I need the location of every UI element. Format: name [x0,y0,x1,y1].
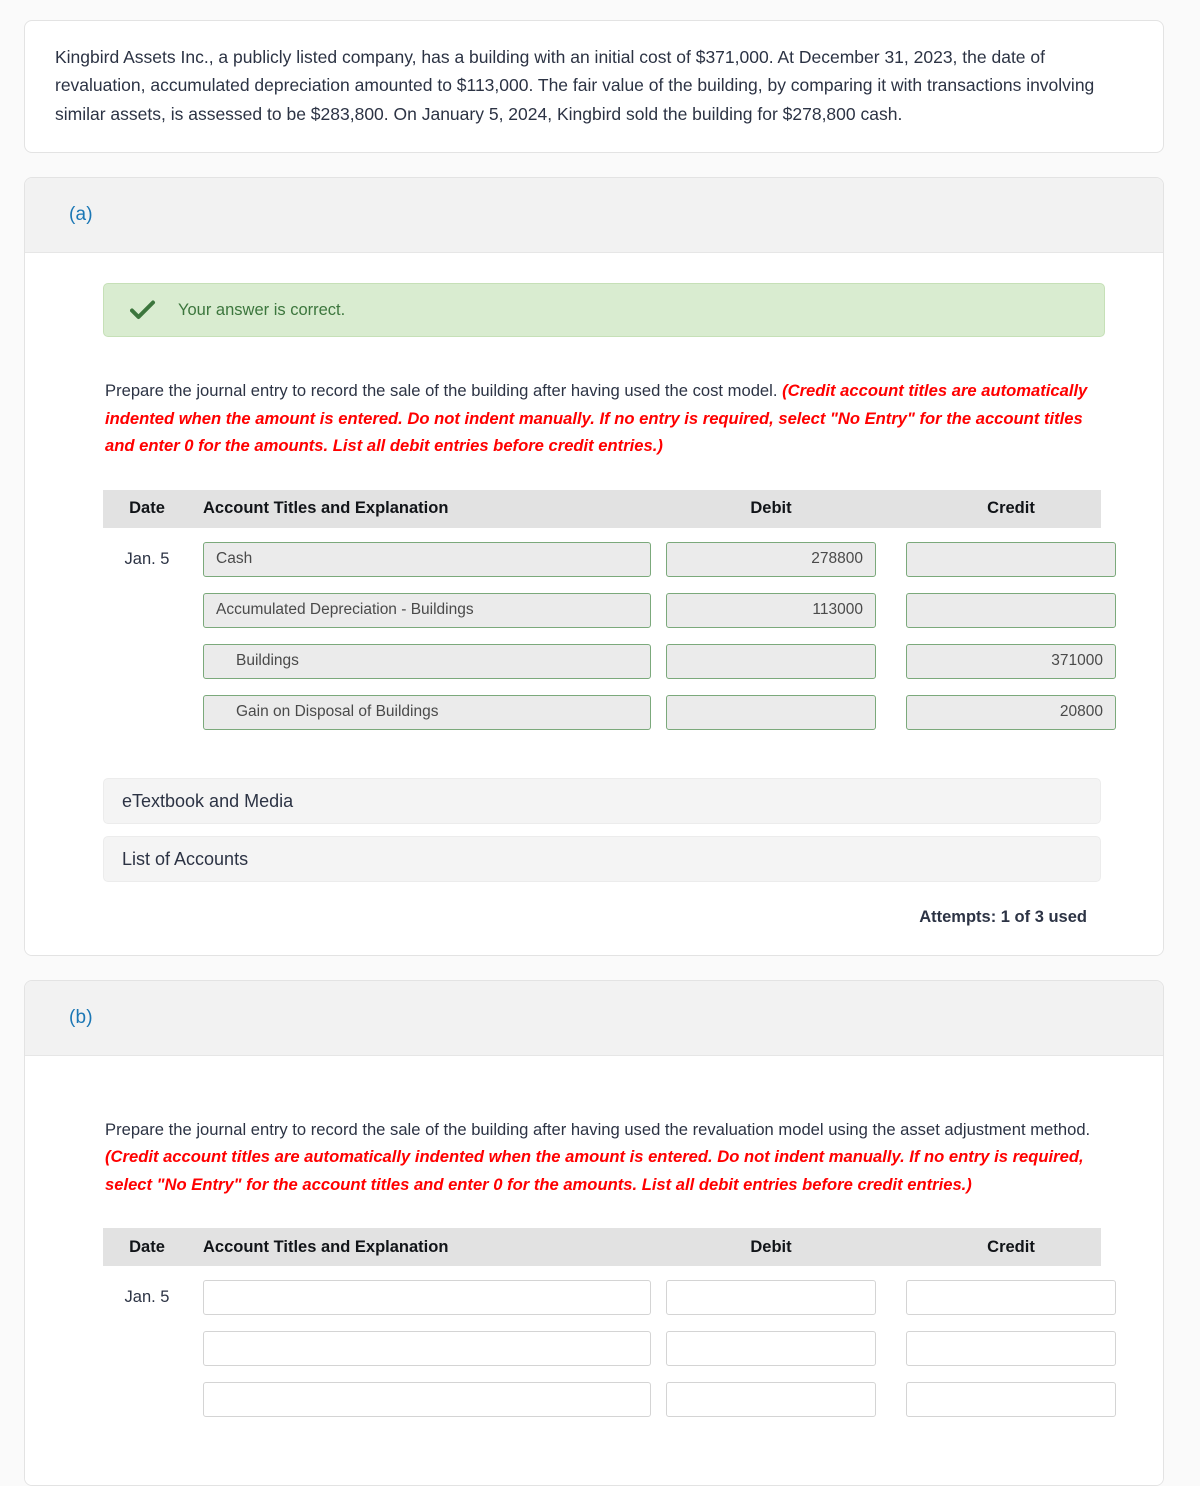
row-date: Jan. 5 [124,549,170,568]
part-a-instruction: Prepare the journal entry to record the … [105,377,1101,460]
credit-input[interactable] [906,541,1116,577]
part-b-journal-table: Date Account Titles and Explanation Debi… [103,1228,1116,1418]
credit-input[interactable] [906,1280,1116,1316]
table-row: Jan. 5 [103,541,1116,577]
answer-correct-banner: Your answer is correct. [103,283,1105,338]
credit-input[interactable] [906,643,1116,679]
column-header-date: Date [129,1237,165,1256]
part-a-journal-rows: Jan. 5 [103,541,1116,730]
part-b-body: Prepare the journal entry to record the … [25,1055,1163,1486]
check-icon [130,299,156,321]
debit-input[interactable] [666,541,876,577]
part-b-instruction-note: (Credit account titles are automatically… [105,1147,1084,1194]
account-input[interactable] [203,1331,651,1367]
account-input[interactable] [203,1382,651,1418]
answer-correct-text: Your answer is correct. [178,300,346,319]
part-a-journal-table: Date Account Titles and Explanation Debi… [103,489,1116,730]
part-a-card: (a) Your answer is correct. Prepare the … [24,177,1164,956]
list-of-accounts-button[interactable]: List of Accounts [103,835,1101,882]
table-header-row: Date Account Titles and Explanation Debi… [103,1228,1101,1267]
part-b-instruction: Prepare the journal entry to record the … [105,1116,1101,1199]
credit-input[interactable] [906,592,1116,628]
part-b-journal-rows: Jan. 5 [103,1280,1116,1418]
part-a-body: Your answer is correct. Prepare the jour… [25,253,1163,955]
account-input[interactable] [203,643,651,679]
attempts-status: Attempts: 1 of 3 used [919,907,1087,926]
column-header-account: Account Titles and Explanation [203,499,449,518]
resource-links: eTextbook and Media List of Accounts [103,777,1101,882]
debit-input[interactable] [666,1382,876,1418]
column-header-credit: Credit [987,499,1035,518]
credit-input[interactable] [906,1331,1116,1367]
etextbook-and-media-button[interactable]: eTextbook and Media [103,777,1101,824]
problem-statement-card: Kingbird Assets Inc., a publicly listed … [24,20,1164,154]
column-header-credit: Credit [987,1237,1035,1256]
column-header-debit: Debit [750,1237,792,1256]
row-date: Jan. 5 [124,1288,170,1307]
table-row: Jan. 5 [103,1280,1116,1316]
debit-input[interactable] [666,643,876,679]
column-header-debit: Debit [750,499,792,518]
account-input[interactable] [203,541,651,577]
column-header-account: Account Titles and Explanation [203,1237,449,1256]
table-row [103,643,1116,679]
credit-input[interactable] [906,694,1116,730]
table-row [103,1331,1116,1367]
column-header-date: Date [129,499,165,518]
table-header-row: Date Account Titles and Explanation Debi… [103,489,1101,528]
account-input[interactable] [203,592,651,628]
part-a-label: (a) [69,204,93,226]
debit-input[interactable] [666,1331,876,1367]
problem-statement-text: Kingbird Assets Inc., a publicly listed … [55,47,1095,124]
debit-input[interactable] [666,694,876,730]
part-b-header: (b) [25,980,1163,1056]
part-b-card: (b) Prepare the journal entry to record … [24,979,1164,1486]
part-a-header: (a) [25,178,1163,254]
table-row [103,1382,1116,1418]
part-b-label: (b) [69,1006,93,1028]
part-a-instruction-main: Prepare the journal entry to record the … [105,381,783,401]
debit-input[interactable] [666,592,876,628]
part-b-instruction-main: Prepare the journal entry to record the … [105,1119,1091,1139]
exercise-page: Kingbird Assets Inc., a publicly listed … [0,0,1200,1486]
table-row [103,592,1116,628]
table-row [103,694,1116,730]
account-input[interactable] [203,694,651,730]
credit-input[interactable] [906,1382,1116,1418]
account-input[interactable] [203,1280,651,1316]
debit-input[interactable] [666,1280,876,1316]
